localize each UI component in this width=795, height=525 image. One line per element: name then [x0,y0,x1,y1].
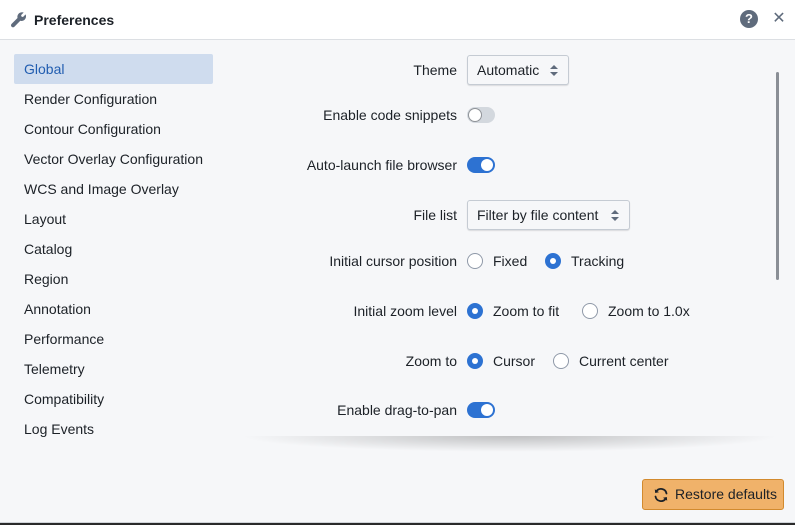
refresh-icon [654,488,668,502]
sidebar-item-global[interactable]: Global [14,54,213,84]
radio-circle [467,303,483,319]
dialog-header: Preferences ? ✕ [0,0,795,40]
settings-scrollbar[interactable] [776,72,779,280]
setting-label: Theme [413,62,457,78]
sidebar-item-render-configuration[interactable]: Render Configuration [14,84,213,114]
sidebar-item-telemetry[interactable]: Telemetry [14,354,213,384]
sidebar-item-wcs-image-overlay[interactable]: WCS and Image Overlay [14,174,213,204]
setting-cursor-position: Initial cursor position Fixed Tracking [230,246,770,276]
sidebar-item-contour-configuration[interactable]: Contour Configuration [14,114,213,144]
drag-to-pan-toggle[interactable] [467,402,495,418]
restore-defaults-label: Restore defaults [675,486,777,502]
radio-circle [545,253,561,269]
setting-zoom-level: Initial zoom level Zoom to fit Zoom to 1… [230,296,770,326]
double-caret-icon [611,210,619,221]
sidebar-item-region[interactable]: Region [14,264,213,294]
setting-label: Enable drag-to-pan [337,402,457,418]
sidebar-item-performance[interactable]: Performance [14,324,213,354]
setting-label: Zoom to [405,353,457,369]
sidebar-item-log-events[interactable]: Log Events [14,414,213,444]
setting-drag-to-pan: Enable drag-to-pan [230,395,770,425]
select-value: Filter by file content [477,207,599,223]
radio-circle [467,353,483,369]
close-icon[interactable]: ✕ [771,9,787,29]
sidebar-item-layout[interactable]: Layout [14,204,213,234]
radio-circle [582,303,598,319]
double-caret-icon [550,65,558,76]
wrench-icon [11,12,27,28]
sidebar-item-annotation[interactable]: Annotation [14,294,213,324]
setting-label: Auto-launch file browser [306,157,457,173]
setting-label: File list [413,207,457,223]
dialog-title: Preferences [34,12,115,28]
setting-zoom-to: Zoom to Cursor Current center [230,346,770,376]
select-value: Automatic [477,62,540,78]
radio-circle [553,353,569,369]
setting-file-list: File list Filter by file content [230,200,770,230]
setting-label: Initial cursor position [329,253,457,269]
setting-code-snippets: Enable code snippets [230,100,770,130]
sidebar-item-vector-overlay-configuration[interactable]: Vector Overlay Configuration [14,144,213,174]
code-snippets-toggle[interactable] [467,107,495,123]
theme-select[interactable]: Automatic [467,55,569,85]
setting-theme: Theme Automatic [230,55,770,85]
setting-auto-launch: Auto-launch file browser [230,150,770,180]
restore-defaults-button[interactable]: Restore defaults [642,479,784,510]
auto-launch-toggle[interactable] [467,157,495,173]
sidebar-item-catalog[interactable]: Catalog [14,234,213,264]
sidebar-item-compatibility[interactable]: Compatibility [14,384,213,414]
preferences-dialog: Preferences ? ✕ Global Render Configurat… [0,0,795,523]
radio-circle [467,253,483,269]
setting-label: Initial zoom level [353,303,458,319]
help-icon[interactable]: ? [740,10,758,28]
file-list-select[interactable]: Filter by file content [467,200,630,230]
setting-label: Enable code snippets [323,107,457,123]
preferences-sidebar: Global Render Configuration Contour Conf… [14,54,213,444]
scroll-shadow [240,436,780,452]
